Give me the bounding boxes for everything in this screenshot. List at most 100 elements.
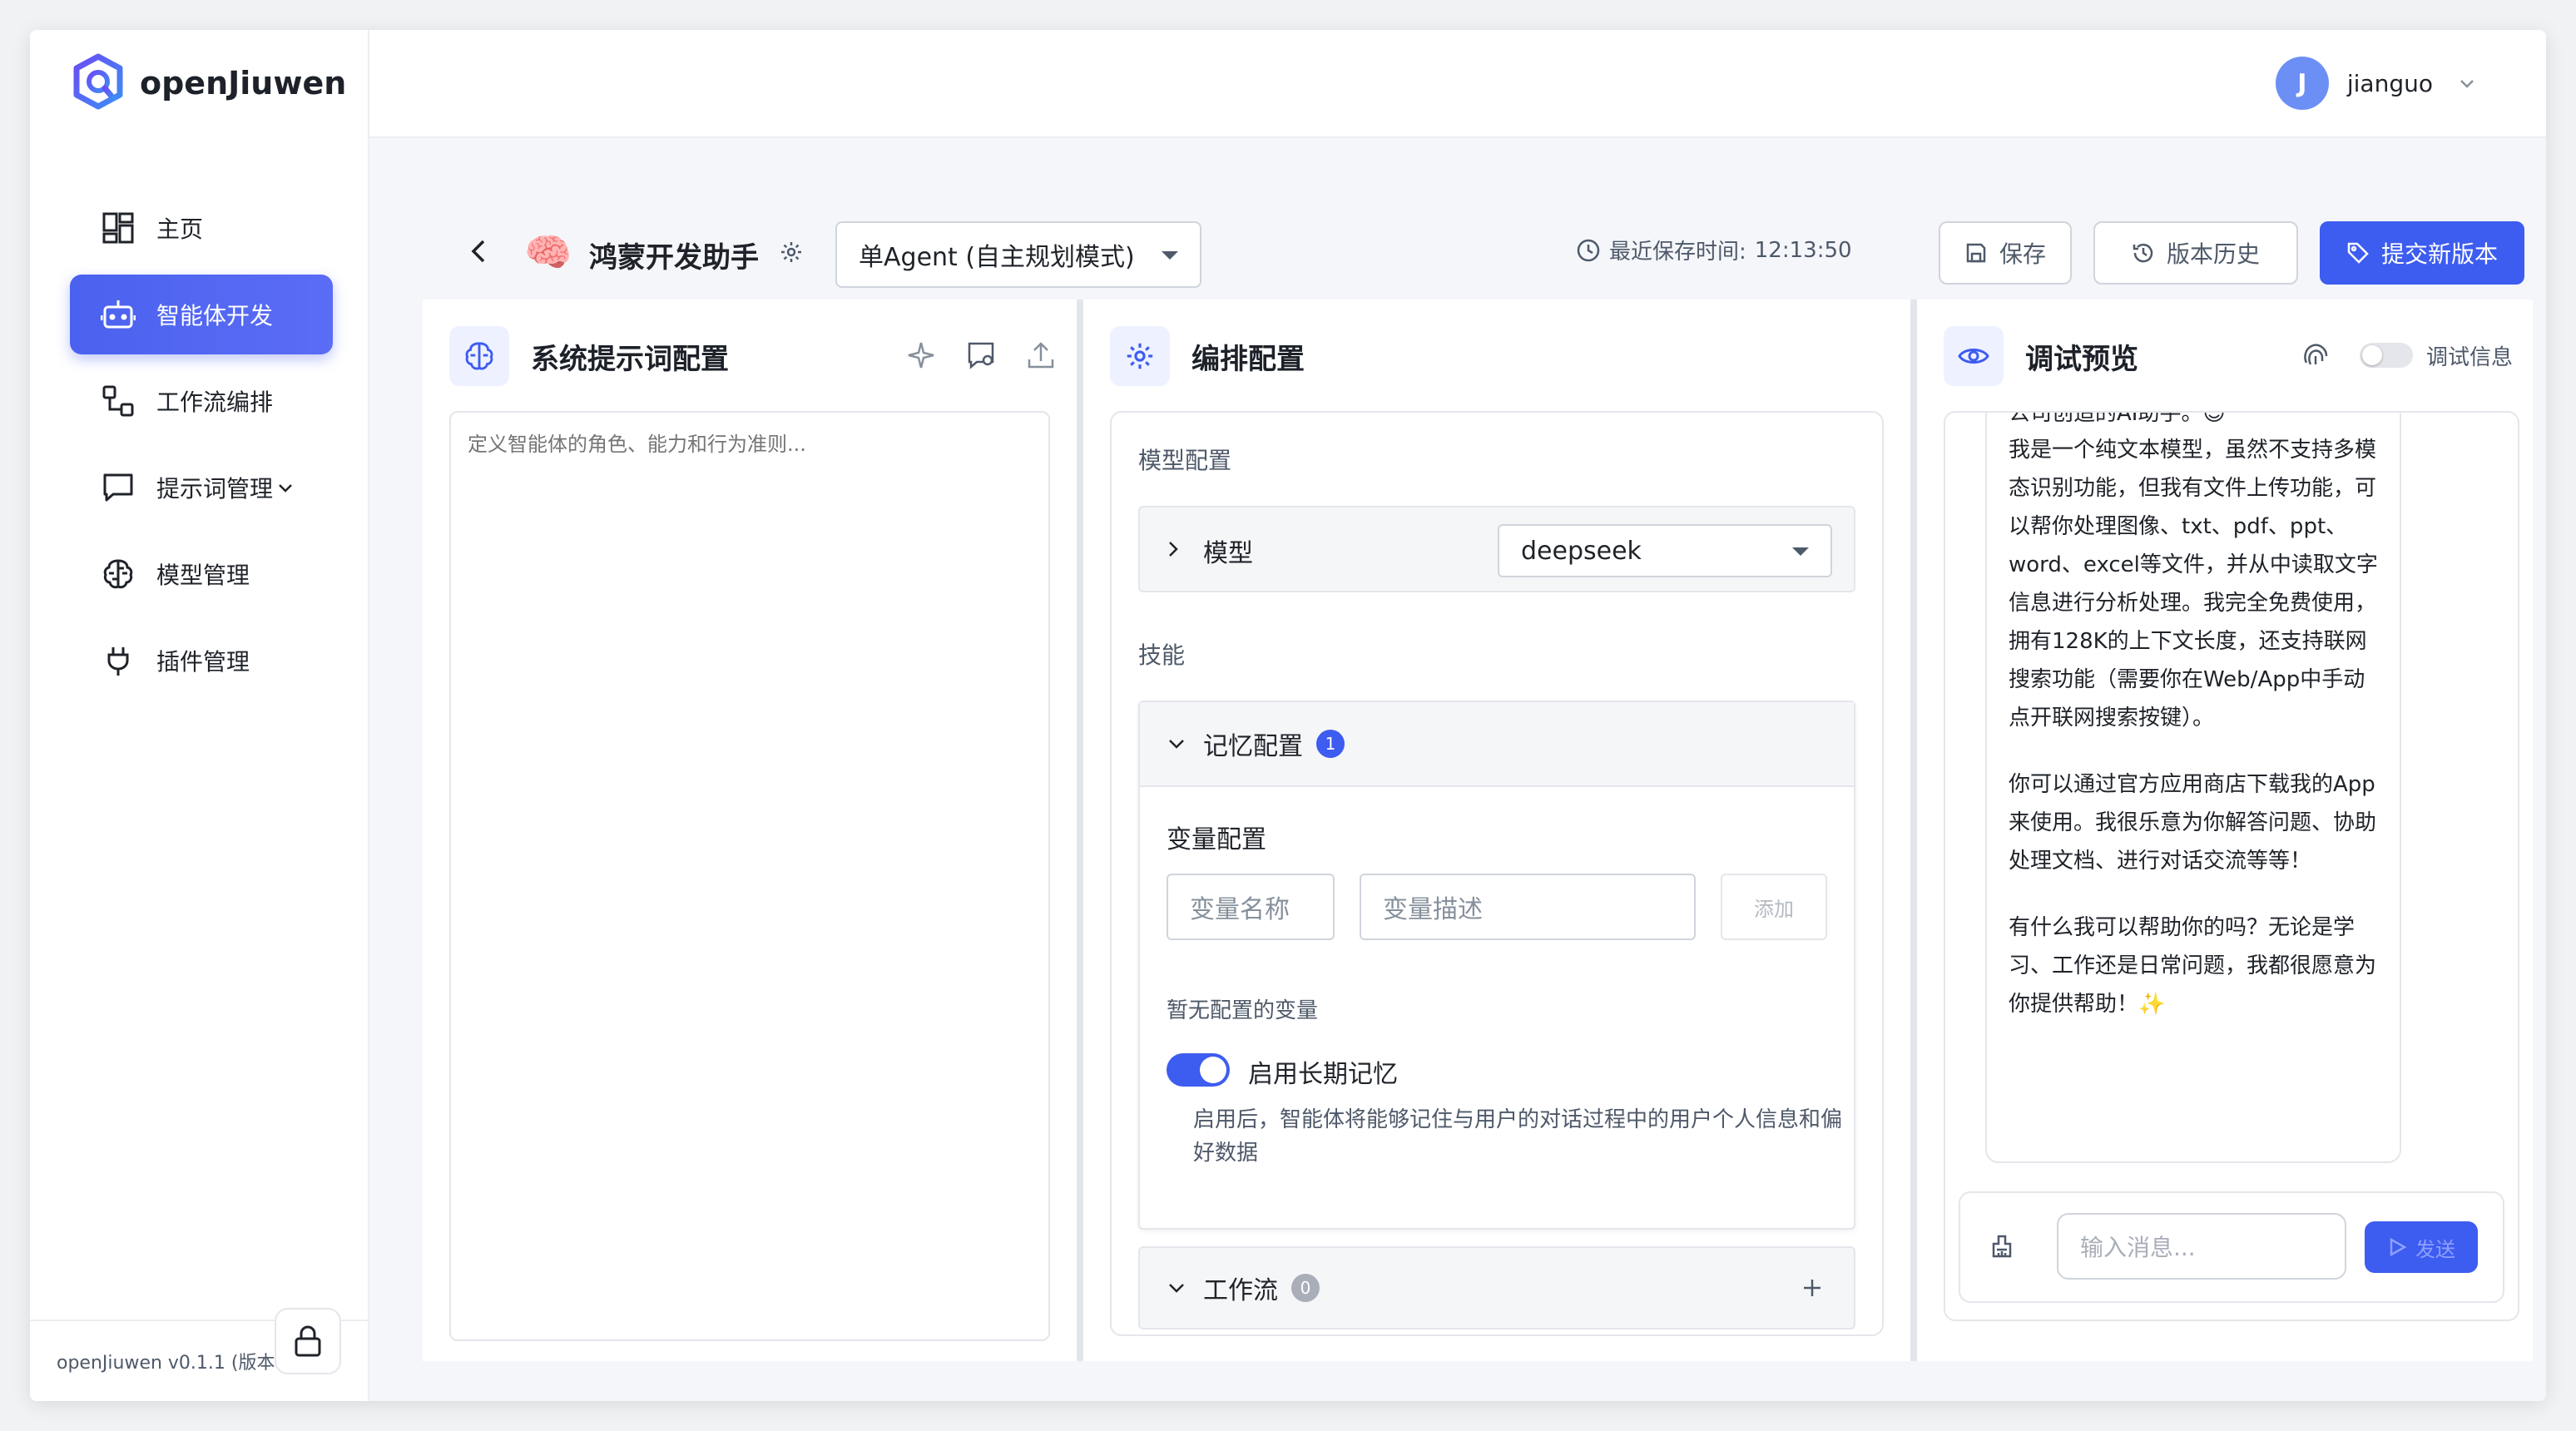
assistant-message: 公司创造的AI助手。😊 我是一个纯文本模型，虽然不支持多模态识别功能，但我有文件… xyxy=(1985,413,2401,1163)
app-name: openJiuwen xyxy=(140,65,347,102)
save-button[interactable]: 保存 xyxy=(1939,221,2072,285)
model-section-label: 模型配置 xyxy=(1138,447,1232,474)
orchestration-panel: 编排配置 模型配置 模型 deepseek 技能 记忆配置 1 变量配置 变量名… xyxy=(1083,300,1910,1361)
chevron-down-icon xyxy=(2460,80,2474,88)
model-select[interactable]: deepseek xyxy=(1498,524,1832,577)
plug-icon xyxy=(100,642,136,679)
sidebar-item-label: 主页 xyxy=(156,215,204,243)
variable-desc-input[interactable]: 变量描述 xyxy=(1360,874,1696,940)
memory-config-header[interactable]: 记忆配置 1 xyxy=(1140,702,1854,787)
clock-icon xyxy=(1577,239,1600,261)
logo[interactable]: openJiuwen xyxy=(68,53,346,113)
model-row[interactable]: 模型 deepseek xyxy=(1138,506,1855,592)
last-saved-label: 最近保存时间: xyxy=(1609,240,1746,265)
sidebar-item-prompt[interactable]: 提示词管理 xyxy=(70,448,333,527)
resize-handle[interactable] xyxy=(1910,300,1917,1361)
chevron-down-icon xyxy=(279,484,292,493)
variable-name-input[interactable]: 变量名称 xyxy=(1167,874,1335,940)
system-prompt-input[interactable] xyxy=(449,411,1050,1341)
agent-avatar: 🧠 xyxy=(524,230,572,275)
workflow-icon xyxy=(100,383,136,419)
template-icon[interactable] xyxy=(965,339,997,371)
send-button[interactable]: 发送 xyxy=(2365,1221,2478,1273)
message-paragraph: 我是一个纯文本模型，虽然不支持多模态识别功能，但我有文件上传功能，可以帮你处理图… xyxy=(2009,438,2378,730)
skills-section-label: 技能 xyxy=(1138,641,1186,669)
sparkle-icon[interactable] xyxy=(905,339,937,371)
add-variable-button[interactable]: 添加 xyxy=(1721,874,1827,940)
memory-config-label: 记忆配置 xyxy=(1203,732,1303,761)
toggle-switch[interactable] xyxy=(2359,343,2413,368)
caret-down-icon xyxy=(1162,251,1178,260)
long-term-memory-desc: 启用后，智能体将能够记住与用户的对话过程中的用户个人信息和偏好数据 xyxy=(1193,1107,1843,1166)
brain-icon xyxy=(100,556,136,592)
upload-icon[interactable] xyxy=(1025,339,1057,371)
sidebar-item-label: 模型管理 xyxy=(156,562,250,589)
agent-name: 鸿蒙开发助手 xyxy=(589,241,759,275)
plus-icon[interactable] xyxy=(1801,1276,1824,1300)
home-grid-icon xyxy=(100,210,136,246)
panel-title: 系统提示词配置 xyxy=(531,342,729,376)
message-paragraph: 有什么我可以帮助你的吗？无论是学习、工作还是日常问题，我都很愿意为你提供帮助！✨ xyxy=(2009,915,2377,1017)
long-term-memory-toggle[interactable] xyxy=(1167,1053,1230,1087)
sidebar-item-label: 插件管理 xyxy=(156,648,250,676)
fingerprint-icon[interactable] xyxy=(2300,339,2331,371)
user-menu[interactable]: J jianguo xyxy=(2275,57,2476,110)
history-label: 版本历史 xyxy=(2166,240,2260,268)
count-badge: 1 xyxy=(1316,730,1345,758)
tag-icon xyxy=(2346,241,2370,265)
caret-down-icon xyxy=(1792,547,1809,556)
topbar: J jianguo xyxy=(369,30,2546,138)
sidebar-item-label: 智能体开发 xyxy=(156,302,274,329)
chevron-right-icon xyxy=(1169,542,1178,557)
robot-icon xyxy=(100,296,136,333)
message-paragraph: 你可以通过官方应用商店下载我的App来使用。我很乐意为你解答问题、协助处理文档、… xyxy=(2009,772,2377,874)
long-term-memory-label: 启用长期记忆 xyxy=(1248,1060,1398,1089)
back-icon[interactable] xyxy=(463,235,496,268)
submit-label: 提交新版本 xyxy=(2380,240,2498,268)
memory-config: 记忆配置 1 变量配置 变量名称 变量描述 添加 暂无配置的变量 启用长期记忆 … xyxy=(1138,701,1855,1230)
user-name: jianguo xyxy=(2346,69,2433,97)
message-input[interactable]: 输入消息... xyxy=(2057,1213,2346,1280)
sidebar-item-label: 提示词管理 xyxy=(156,475,274,503)
gear-icon[interactable] xyxy=(779,240,804,265)
workflow-section[interactable]: 工作流 0 xyxy=(1138,1246,1855,1329)
brain-icon xyxy=(449,326,509,386)
save-icon xyxy=(1964,241,1988,265)
mode-select[interactable]: 单Agent (自主规划模式) xyxy=(835,221,1201,288)
clear-icon[interactable] xyxy=(1989,1233,2015,1260)
chat-area: 公司创造的AI助手。😊 我是一个纯文本模型，虽然不支持多模态识别功能，但我有文件… xyxy=(1944,411,2519,1321)
save-label: 保存 xyxy=(1999,240,2046,268)
version-history-button[interactable]: 版本历史 xyxy=(2093,221,2298,285)
eye-icon xyxy=(1944,326,2004,386)
chat-bubble-icon xyxy=(100,469,136,506)
debug-info-label: 调试信息 xyxy=(2425,344,2513,370)
mode-select-value: 单Agent (自主规划模式) xyxy=(859,243,1135,272)
sidebar-item-plugin[interactable]: 插件管理 xyxy=(70,621,333,701)
system-prompt-panel: 系统提示词配置 xyxy=(423,300,1077,1361)
send-icon xyxy=(2387,1237,2407,1257)
count-badge: 0 xyxy=(1291,1274,1320,1302)
sidebar-item-agent-dev[interactable]: 智能体开发 xyxy=(70,275,333,354)
orchestration-body: 模型配置 模型 deepseek 技能 记忆配置 1 变量配置 变量名称 变量描… xyxy=(1110,411,1884,1336)
history-icon xyxy=(2132,241,2155,265)
sidebar-item-model[interactable]: 模型管理 xyxy=(70,534,333,614)
panel-actions xyxy=(877,339,1057,371)
avatar: J xyxy=(2275,57,2329,110)
resize-handle[interactable] xyxy=(1077,300,1083,1361)
lock-button[interactable] xyxy=(275,1308,341,1374)
empty-variables-text: 暂无配置的变量 xyxy=(1167,998,1319,1023)
panel-title: 编排配置 xyxy=(1191,342,1305,376)
chat-input-bar: 输入消息... 发送 xyxy=(1959,1191,2504,1303)
chevron-down-icon xyxy=(1169,1284,1184,1293)
submit-version-button[interactable]: 提交新版本 xyxy=(2320,221,2524,285)
sidebar-item-home[interactable]: 主页 xyxy=(70,188,333,268)
agent-header: 🧠 鸿蒙开发助手 单Agent (自主规划模式) 最近保存时间: 12:13:5… xyxy=(369,138,2546,305)
debug-info-toggle[interactable] xyxy=(2359,343,2413,368)
logo-icon xyxy=(73,53,123,110)
lock-icon xyxy=(295,1325,321,1357)
sidebar-item-workflow[interactable]: 工作流编排 xyxy=(70,361,333,441)
sidebar: openJiuwen 主页 智能体开发 工作流编排 提示词管理 模型管理 插件管… xyxy=(30,30,369,1401)
app-window: openJiuwen 主页 智能体开发 工作流编排 提示词管理 模型管理 插件管… xyxy=(30,30,2546,1401)
panel-header: 调试预览 调试信息 xyxy=(1944,326,2513,386)
send-label: 发送 xyxy=(2415,1237,2455,1261)
